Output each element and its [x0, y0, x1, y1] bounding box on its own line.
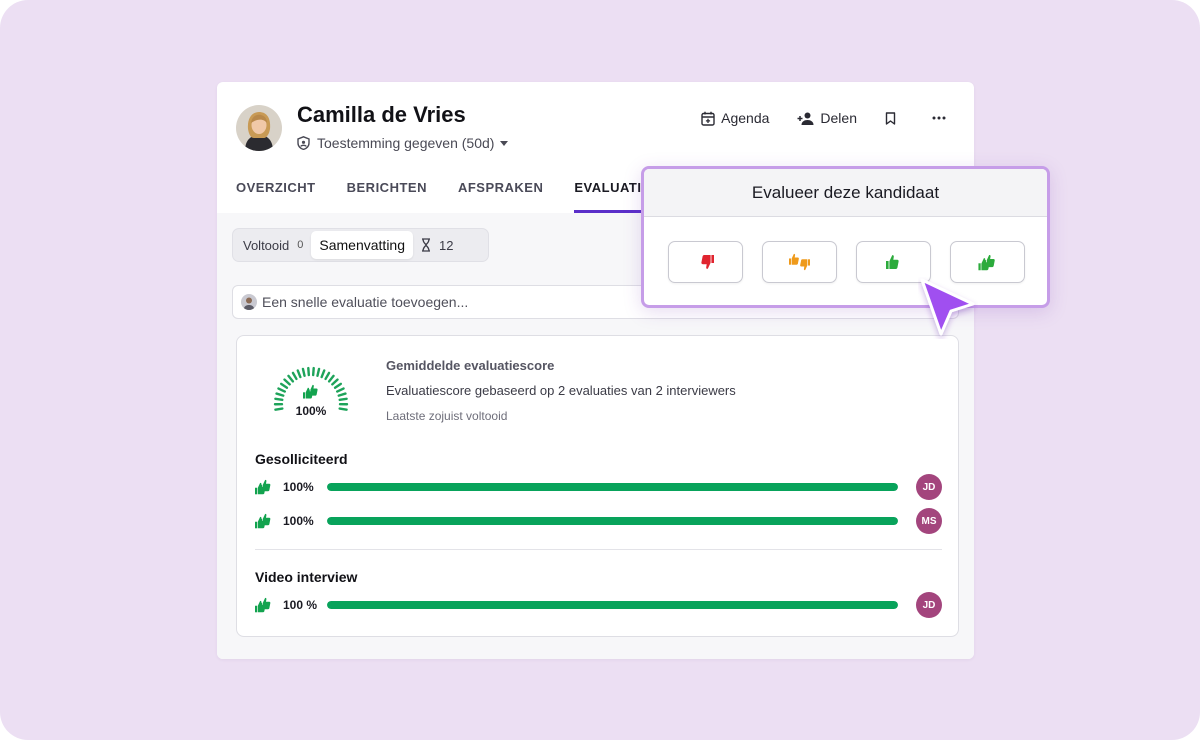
strong-no-icon [700, 255, 714, 269]
shield-icon [297, 136, 311, 150]
segment-completed-count: 0 [297, 239, 304, 251]
tab-messages[interactable]: BERICHTEN [347, 180, 427, 213]
segment-pending[interactable]: 12 [413, 231, 461, 259]
gauge-tick [275, 392, 285, 397]
yes-icon [885, 255, 899, 269]
evaluation-summary-panel: 100% Gemiddelde evaluatiescore Evaluatie… [236, 335, 959, 637]
row-percentage: 100% [283, 514, 314, 528]
more-horizontal-icon [932, 116, 946, 120]
strong-yes-icon [255, 479, 273, 495]
consent-dropdown[interactable]: Toestemming gegeven (50d) [297, 135, 509, 151]
gauge-tick [337, 392, 347, 397]
gauge-tick [324, 371, 331, 381]
candidate-name: Camilla de Vries [297, 102, 466, 127]
gauge-tick [277, 387, 287, 393]
segment-summary-label: Samenvatting [319, 237, 405, 253]
gauge-tick [327, 374, 335, 383]
score-title: Gemiddelde evaluatiescore [386, 358, 555, 373]
gauge-tick [333, 382, 343, 389]
gauge-tick [283, 378, 291, 386]
evaluation-row[interactable]: 100% MS [255, 508, 942, 534]
tab-overview[interactable]: OVERZICHT [236, 180, 316, 213]
segment-summary[interactable]: Samenvatting [311, 231, 413, 259]
row-percentage: 100 % [283, 598, 318, 612]
gauge-tick [279, 382, 289, 389]
interviewer-avatar[interactable]: MS [916, 508, 942, 534]
strong-no-button[interactable] [668, 241, 743, 283]
segment-completed-label: Voltooid [243, 237, 290, 253]
user-avatar [241, 294, 257, 310]
header-actions: Agenda Delen [701, 108, 952, 128]
gauge-tick [291, 371, 298, 381]
evaluation-filter: Voltooid 0 Samenvatting 12 [232, 228, 489, 262]
score-bar-fill [327, 483, 898, 491]
gauge-tick [331, 378, 339, 386]
agenda-button[interactable]: Agenda [701, 108, 769, 128]
gauge-tick [335, 387, 345, 393]
gauge-tick [287, 374, 295, 383]
strong-yes-icon [255, 513, 273, 529]
popover-title: Evalueer deze kandidaat [644, 169, 1047, 217]
bookmark-icon [885, 111, 896, 125]
chevron-down-icon [500, 140, 509, 146]
gauge-tick [274, 397, 284, 402]
bookmark-button[interactable] [885, 108, 902, 128]
segment-pending-count: 12 [439, 237, 454, 253]
score-description: Evaluatiescore gebaseerd op 2 evaluaties… [386, 383, 736, 398]
evaluation-row[interactable]: 100 % JD [255, 592, 942, 618]
no-button[interactable] [762, 241, 837, 283]
strong-yes-icon [255, 597, 273, 613]
add-person-icon [797, 112, 814, 125]
interviewer-avatar[interactable]: JD [916, 474, 942, 500]
no-icon [788, 253, 810, 271]
agenda-label: Agenda [721, 110, 770, 126]
pointer-cursor-icon [918, 277, 978, 339]
tab-evaluation[interactable]: EVALUATIE [574, 180, 657, 213]
more-options-button[interactable] [932, 108, 952, 128]
tab-appointments[interactable]: AFSPRAKEN [458, 180, 543, 213]
score-bar [327, 483, 898, 491]
score-last-completed: Laatste zojuist voltooid [386, 409, 508, 423]
row-percentage: 100% [283, 480, 314, 494]
calendar-icon [701, 111, 715, 126]
gauge-tick [320, 369, 326, 379]
section-title-applied: Gesolliciteerd [255, 451, 348, 467]
gauge-tick [301, 367, 306, 377]
tab-bar: OVERZICHT BERICHTEN AFSPRAKEN EVALUATIE [236, 180, 682, 213]
evaluation-row[interactable]: 100% JD [255, 474, 942, 500]
section-title-video-interview: Video interview [255, 569, 358, 585]
gauge-tick [316, 367, 321, 377]
gauge-tick [307, 366, 311, 377]
evaluate-candidate-popover: Evalueer deze kandidaat [641, 166, 1050, 308]
hourglass-icon [421, 238, 431, 252]
consent-label: Toestemming gegeven (50d) [317, 135, 495, 151]
gauge-tick [338, 397, 348, 402]
segment-completed[interactable]: Voltooid 0 [235, 231, 311, 259]
score-bar [327, 601, 898, 609]
share-button[interactable]: Delen [797, 108, 857, 128]
interviewer-avatar[interactable]: JD [916, 592, 942, 618]
gauge-tick [296, 369, 302, 379]
strong-yes-icon [977, 254, 995, 270]
score-bar-fill [327, 517, 898, 525]
share-label: Delen [820, 110, 857, 126]
score-bar [327, 517, 898, 525]
candidate-avatar[interactable] [236, 105, 282, 151]
strong-yes-icon [303, 385, 318, 399]
gauge-tick [311, 366, 315, 377]
section-divider [255, 549, 942, 550]
score-bar-fill [327, 601, 898, 609]
score-value: 100% [295, 404, 327, 418]
